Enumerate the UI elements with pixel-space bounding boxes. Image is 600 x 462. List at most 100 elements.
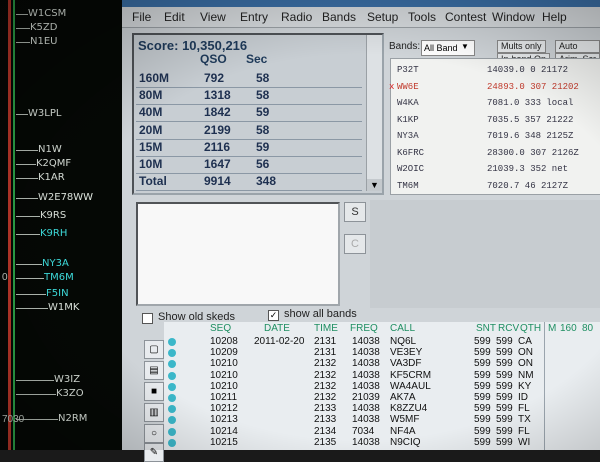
bandmap-pointer-line [16,308,48,309]
scroll-down-icon[interactable]: ▼ [367,179,382,191]
print-icon[interactable]: ▥ [144,403,164,422]
bandmap-callsign[interactable]: NY3A [42,258,69,269]
log-header-freq[interactable]: FREQ [350,323,378,334]
spot-frequency: 7020.7 46 2127Z [487,180,569,191]
bandmap-callsign[interactable]: W3LPL [28,108,61,119]
bandmap-callsign[interactable]: W1MK [48,302,79,313]
menu-contest[interactable]: Contest [445,10,486,24]
log-table[interactable]: SEQ DATE TIME FREQ CALL SNT RCV QTH M 16… [164,322,600,450]
log-cell-call: AK7A [390,392,416,403]
sked-c-button[interactable]: C [344,234,366,254]
log-cell-seq: 10214 [210,425,238,437]
show-old-skeds-checkbox[interactable] [142,313,153,324]
log-row[interactable]: 10211 2132 21039 AK7A 599 599 ID [164,392,600,403]
log-header-qth[interactable]: QTH [520,323,541,334]
skeds-textarea[interactable] [136,202,340,306]
score-band: 15M [139,139,163,154]
bandmap-callsign[interactable]: K2QMF [36,158,71,169]
log-cell-seq: 10213 [210,414,238,426]
menu-file[interactable]: File [132,10,151,24]
spots-list[interactable]: P32T 14039.0 0 21172 x WW6E 24893.0 307 2120… [389,58,600,196]
spot-frequency: 28300.0 307 2126Z [487,147,579,158]
log-cell-qth: CA [518,336,532,347]
bandmap-callsign[interactable]: N1EU [30,36,57,47]
score-row: 20M 2199 58 [136,122,362,140]
score-sec: 56 [256,157,270,171]
mults-only-toggle[interactable]: Mults only [497,40,546,53]
bandmap-callsign[interactable]: N1W [38,144,62,155]
log-header-call[interactable]: CALL [390,323,415,334]
log-header-80[interactable]: 80 [582,323,593,334]
log-header-rcv[interactable]: RCV [498,323,519,334]
auto-scroll-toggle[interactable]: Auto Scro [555,40,600,62]
bandmap-callsign[interactable]: N2RM [58,413,87,424]
bandmap-pointer-line [16,14,28,15]
menu-radio[interactable]: Radio [281,10,312,24]
log-row[interactable]: 10209 2131 14038 VE3EY 599 599 ON [164,347,600,358]
bandmap-callsign[interactable]: K9RS [40,210,66,221]
log-cell-snt: 599 [474,336,491,347]
log-row[interactable]: 10210 2132 14038 VA3DF 599 599 ON [164,358,600,369]
bandmap-callsign[interactable]: W3IZ [54,374,80,385]
log-row[interactable]: 10210 2132 14038 WA4AUL 599 599 KY [164,381,600,392]
log-cell-time: 2133 [314,403,337,415]
score-scrollbar[interactable]: ▼ [366,35,382,191]
log-row[interactable]: 10214 2134 7034 NF4A 599 599 FL [164,426,600,437]
chevron-down-icon[interactable]: ▼ [461,42,469,51]
log-cell-call: VE3EY [390,347,423,359]
menu-help[interactable]: Help [542,10,567,24]
bandmap-callsign[interactable]: K5ZD [30,22,57,33]
open-folder-icon[interactable]: ▤ [144,361,164,380]
score-band: Total [139,174,167,189]
log-row[interactable]: 10210 2132 14038 KF5CRM 599 599 NM [164,370,600,381]
log-row[interactable]: 10208 2011-02-20 2131 14038 NQ6L 599 599 CA [164,336,600,347]
bulb-icon[interactable]: ○ [144,424,164,443]
log-cell-freq: 14038 [352,436,380,448]
log-header-160[interactable]: 160 [560,323,577,334]
bandmap-callsign[interactable]: K9RH [40,228,67,239]
score-band: 40M [139,105,163,120]
bandmap-callsign[interactable]: K1AR [38,172,65,183]
check-icon: ✓ [269,310,278,320]
menu-bands[interactable]: Bands [322,10,356,24]
log-cell-qth: ON [518,347,533,359]
spot-callsign: W2OIC [397,164,425,174]
score-row: 160M 792 58 [136,70,362,88]
log-header-seq[interactable]: SEQ [210,323,231,334]
log-header-snt[interactable]: SNT [476,323,496,334]
sked-s-button[interactable]: S [344,202,366,222]
menu-edit[interactable]: Edit [164,10,185,24]
log-cell-rcv: 599 [496,369,513,381]
bandmap-callsign[interactable]: TM6M [44,272,74,283]
score-sec: 58 [256,71,270,85]
save-icon[interactable]: ■ [144,382,164,401]
menu-view[interactable]: View [200,10,226,24]
menu-setup[interactable]: Setup [367,10,398,24]
spot-frequency: 7019.6 348 2125Z [487,131,574,141]
log-cell-qth: WI [518,436,531,448]
bandmap-callsign[interactable]: F5IN [46,288,69,299]
score-qso: 2116 [204,139,231,154]
bandmap-pointer-line [16,42,30,43]
new-doc-icon[interactable]: ▢ [144,340,164,359]
spot-row[interactable]: TM6M 7020.7 46 2127Z [391,177,600,196]
bandmap-callsign[interactable]: W1CSM [28,8,66,19]
bands-filter: Bands: All Band ▼ Mults only In-band On … [387,38,600,66]
log-header-date[interactable]: DATE [264,323,290,334]
log-header-time[interactable]: TIME [314,323,338,334]
show-all-bands-checkbox[interactable]: ✓ [268,310,279,321]
menu-tools[interactable]: Tools [408,10,436,24]
log-row[interactable]: 10215 2135 14038 N9CIQ 599 599 WI [164,437,600,448]
bandmap-panel[interactable]: W1CSM K5ZD N1EU W3LPL N1W K2QMF K1AR W2E78WW K9R… [0,0,122,450]
bandmap-pointer-line [16,394,56,395]
log-header-m[interactable]: M [548,323,556,334]
menu-window[interactable]: Window [492,10,535,24]
log-row[interactable]: 10212 2133 14038 K8ZZU4 599 599 FL [164,403,600,414]
score-sec: 59 [256,105,270,120]
bandmap-callsign[interactable]: K3ZO [56,388,84,399]
pencil-icon[interactable]: ✎ [144,443,164,462]
log-row[interactable]: 10213 2133 14038 W5MF 599 599 TX [164,414,600,425]
log-cell-time: 2132 [314,369,337,381]
menu-entry[interactable]: Entry [240,10,268,24]
bandmap-callsign[interactable]: W2E78WW [38,192,93,203]
